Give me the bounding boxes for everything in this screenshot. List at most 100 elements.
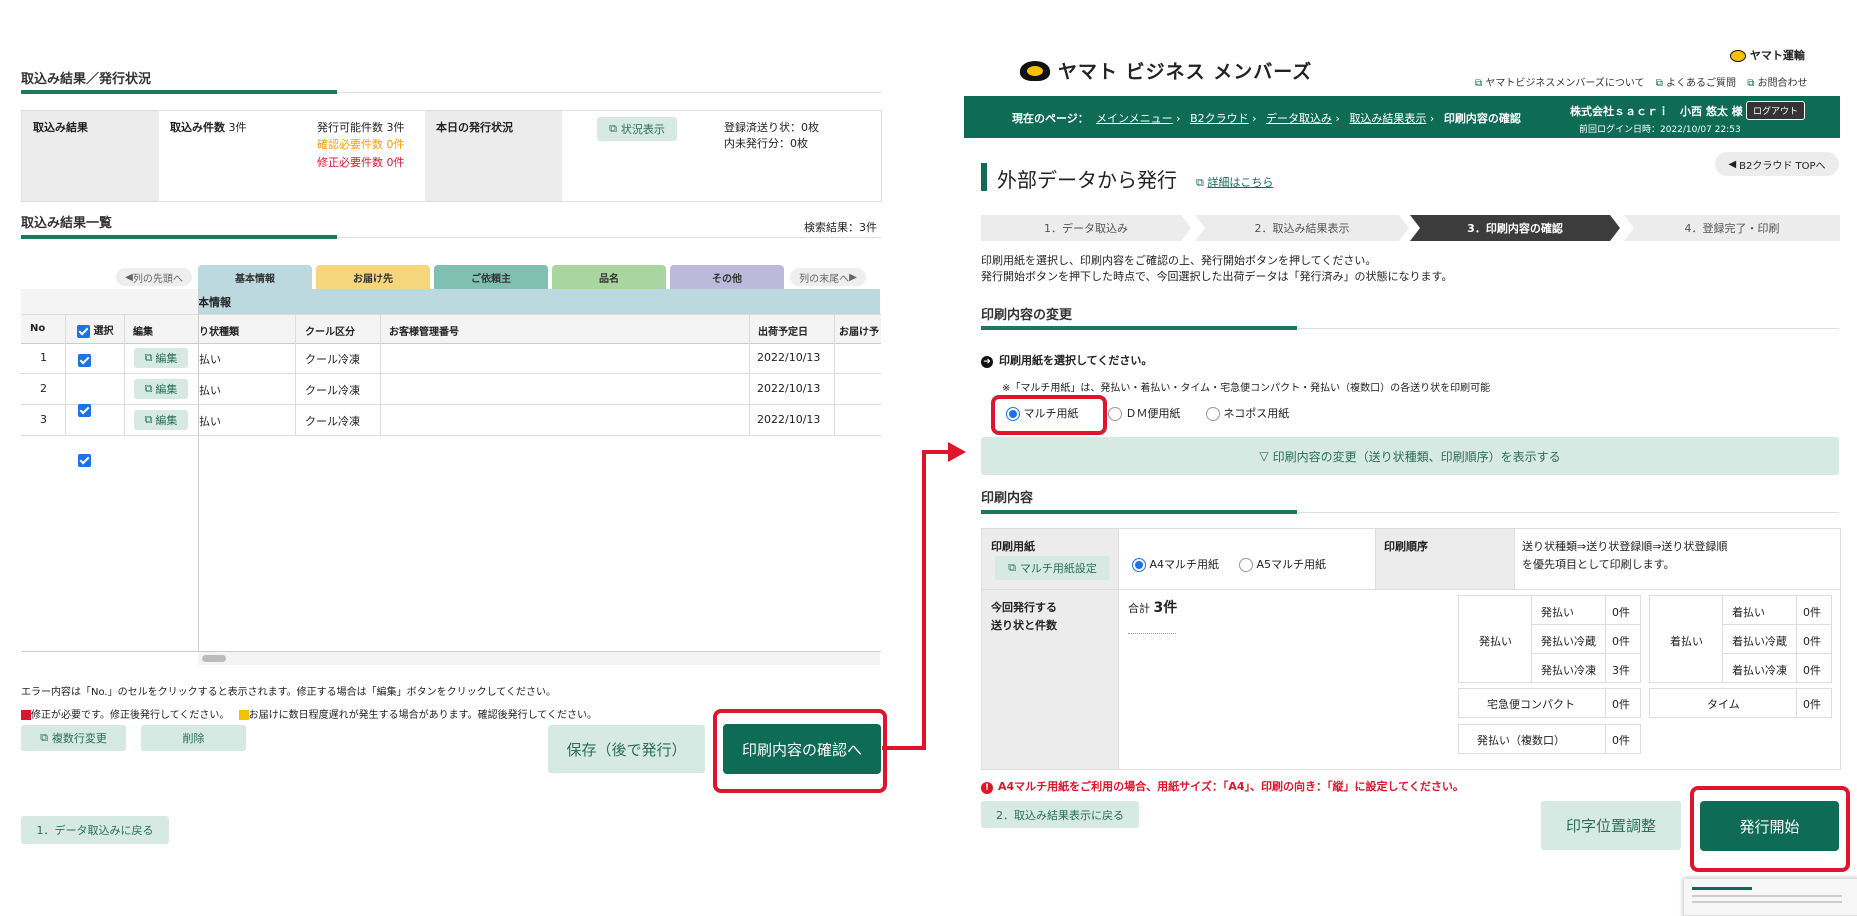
compact-row: 宅急便コンパクト 0件 xyxy=(1458,688,1641,718)
top-link-faq[interactable]: ⧉ よくあるご質問 xyxy=(1656,78,1736,89)
start-issue-button[interactable]: 発行開始 xyxy=(1700,801,1839,851)
edit-button[interactable]: ⧉ 編集 xyxy=(134,348,188,368)
radio-icon xyxy=(1239,558,1253,572)
table-row: 3 ⧉ 編集 払い クール冷凍 2022/10/13 xyxy=(0,38,1857,467)
multi-paper-setting-button[interactable]: ⧉ マルチ用紙設定 xyxy=(995,556,1110,580)
window-icon: ⧉ xyxy=(1475,78,1483,89)
back-to-result-button[interactable]: 2．取込み結果表示に戻る xyxy=(981,801,1139,828)
order-text-1: 送り状種類⇒送り状登録順⇒送り状登録順 xyxy=(1522,540,1728,553)
tab-other[interactable]: その他 xyxy=(670,265,784,289)
top-link-contact[interactable]: ⧉ お問合わせ xyxy=(1747,78,1807,89)
print-content-table: 印刷用紙 ⧉ マルチ用紙設定 A4マルチ用紙 A5マルチ用紙 印刷順序 送り状種類… xyxy=(981,528,1841,770)
search-result: 検索結果：3件 xyxy=(804,221,877,234)
multi-row-edit-button[interactable]: ⧉ 複数行変更 xyxy=(21,725,126,751)
save-later-button[interactable]: 保存（後で発行） xyxy=(548,725,705,773)
triangle-left-icon: ◀ xyxy=(125,271,133,283)
breadcrumb-result[interactable]: 取込み結果表示 xyxy=(1349,112,1426,125)
delete-button[interactable]: 削除 xyxy=(141,725,246,751)
order-text-2: を優先項目として印刷します。 xyxy=(1522,558,1675,571)
radio-nekopos-paper[interactable]: ネコポス用紙 xyxy=(1206,405,1289,421)
breadcrumb-b2cloud[interactable]: B2クラウド xyxy=(1190,112,1249,125)
column-last-button[interactable]: 列の末尾へ ▶ xyxy=(790,268,866,286)
edit-button[interactable]: ⧉ 編集 xyxy=(134,379,188,399)
tab-delivery[interactable]: お届け先 xyxy=(316,265,430,289)
unissued-count: 内未発行分：0枚 xyxy=(724,137,808,150)
breadcrumb-current: 印刷内容の確認 xyxy=(1443,112,1521,125)
prepaid-block: 発払い 発払い 0件 発払い冷蔵 0件 発払い冷凍 3件 xyxy=(1458,595,1641,683)
triangle-right-icon: ▶ xyxy=(849,271,857,283)
detail-link[interactable]: ⧉ 詳細はこちら xyxy=(1196,174,1273,190)
confirm-print-button[interactable]: 印刷内容の確認へ xyxy=(723,724,881,774)
step-1: 1．データ取込み xyxy=(981,215,1191,241)
status-box: 取込み結果 取込み件数 3件 発行可能件数 3件 確認必要件数 0件 修正必要件… xyxy=(21,110,882,202)
tab-item[interactable]: 品名 xyxy=(552,265,666,289)
intro-text-1: 印刷用紙を選択し、印刷内容をご確認の上、発行開始ボタンを押してください。 xyxy=(981,254,1377,267)
radio-a5[interactable]: A5マルチ用紙 xyxy=(1239,556,1326,572)
arrow-circle-icon: ➜ xyxy=(981,356,993,368)
radio-dm-paper[interactable]: ＤＭ便用紙 xyxy=(1108,405,1181,421)
total: 合計 3件 xyxy=(1128,600,1178,616)
logout-button[interactable]: ログアウト xyxy=(1746,101,1806,120)
table-row: 2 ⧉ 編集 払い クール冷凍 2022/10/13 xyxy=(0,19,1857,417)
edit-button[interactable]: ⧉ 編集 xyxy=(134,410,188,430)
back-to-import-button[interactable]: 1．データ取込みに戻る xyxy=(21,816,169,844)
b2cloud-top-button[interactable]: ◀ B2クラウド TOPへ xyxy=(1715,152,1839,176)
row-checkbox[interactable] xyxy=(78,454,91,467)
status-view-button[interactable]: ⧉ 状況表示 xyxy=(597,117,677,141)
window-icon: ⧉ xyxy=(609,122,617,135)
change-title: 印刷内容の変更 xyxy=(981,308,1073,323)
row-no[interactable]: 2 xyxy=(40,382,47,395)
intro-text-2: 発行開始ボタンを押下した時点で、今回選択した出荷データは「発行済み」の状態になり… xyxy=(981,270,1453,283)
triangle-down-icon: ▽ xyxy=(1259,449,1269,463)
breadcrumb: メインメニュー › B2クラウド › データ取込み › 取込み結果表示 › 印刷… xyxy=(1096,112,1521,125)
import-count: 取込み件数 3件 xyxy=(170,121,247,134)
table-row: 1 ⧉ 編集 払い クール冷凍 2022/10/13 xyxy=(0,0,1857,374)
status-title: 取込み結果／発行状況 xyxy=(21,72,152,87)
flow-arrow-icon xyxy=(882,442,966,750)
row-checkbox[interactable] xyxy=(78,354,91,367)
column-first-button[interactable]: ◀ 列の先頭へ xyxy=(116,268,192,286)
top-link-about[interactable]: ⧉ ヤマトビジネスメンバーズについて xyxy=(1475,78,1645,89)
red-square-icon xyxy=(21,710,31,720)
radio-icon xyxy=(1108,407,1122,421)
list-title: 取込み結果一覧 xyxy=(21,216,113,231)
window-icon: ⧉ xyxy=(1655,78,1663,89)
window-icon: ⧉ xyxy=(144,351,153,364)
issuable-count: 発行可能件数 3件 xyxy=(317,121,405,134)
print-position-adjust-button[interactable]: 印字位置調整 xyxy=(1541,801,1681,850)
row-no[interactable]: 3 xyxy=(40,413,47,426)
step-4: 4．登録完了・印刷 xyxy=(1624,215,1840,241)
screenshot-thumbnail[interactable] xyxy=(1683,878,1857,916)
breadcrumb-main-menu[interactable]: メインメニュー xyxy=(1096,112,1173,125)
header-bar: 現在のページ： メインメニュー › B2クラウド › データ取込み › 取込み結… xyxy=(964,96,1840,138)
issue-label-1: 今回発行する xyxy=(991,601,1057,614)
expand-print-settings-button[interactable]: ▽ 印刷内容の変更（送り状種類、印刷順序）を表示する xyxy=(981,437,1839,475)
legend: 修正が必要です。修正後発行してください。 お届けに数日程度遅れが発生する場合があ… xyxy=(21,706,597,721)
group-header: 本情報 xyxy=(198,289,880,314)
paper-label: 印刷用紙 xyxy=(991,540,1035,553)
tab-basic-info[interactable]: 基本情報 xyxy=(198,265,312,289)
step-2: 2．取込み結果表示 xyxy=(1195,215,1409,241)
arrow-left-icon: ◀ xyxy=(1728,158,1737,170)
multi-note: ※「マルチ用紙」は、発払い・着払い・タイム・宅急便コンパクト・発払い（複数口）の… xyxy=(1002,383,1491,394)
window-icon: ⧉ xyxy=(144,382,153,395)
radio-a4[interactable]: A4マルチ用紙 xyxy=(1132,556,1219,572)
radio-selected-icon xyxy=(1132,558,1146,572)
collect-block: 着払い 着払い 0件 着払い冷蔵 0件 着払い冷凍 0件 xyxy=(1649,595,1832,683)
time-row: タイム 0件 xyxy=(1649,688,1832,718)
row-no[interactable]: 1 xyxy=(40,351,47,364)
radio-icon xyxy=(1206,407,1220,421)
tab-sender[interactable]: ご依頼主 xyxy=(434,265,548,289)
company-name: 株式会社ｓａｃｒｉ 小西 悠太 様 xyxy=(1570,105,1743,118)
breadcrumb-import[interactable]: データ取込み xyxy=(1266,112,1332,125)
error-note: エラー内容は「No.」のセルをクリックすると表示されます。修正する場合は「編集」… xyxy=(21,687,557,698)
content-title: 印刷内容 xyxy=(981,491,1034,506)
page-title: 外部データから発行 xyxy=(997,168,1177,192)
order-label: 印刷順序 xyxy=(1384,540,1428,553)
step-3-current: 3．印刷内容の確認 xyxy=(1410,215,1620,241)
horizontal-scrollbar[interactable] xyxy=(198,652,880,665)
import-result-label: 取込み結果 xyxy=(33,121,88,134)
top-links: ⧉ ヤマトビジネスメンバーズについて ⧉ よくあるご質問 ⧉ お問合わせ xyxy=(1475,74,1808,89)
radio-multi-paper[interactable]: マルチ用紙 xyxy=(1006,405,1079,421)
left-panel: 取込み結果／発行状況 取込み結果 取込み件数 3件 発行可能件数 3件 確認必要… xyxy=(0,0,1857,844)
